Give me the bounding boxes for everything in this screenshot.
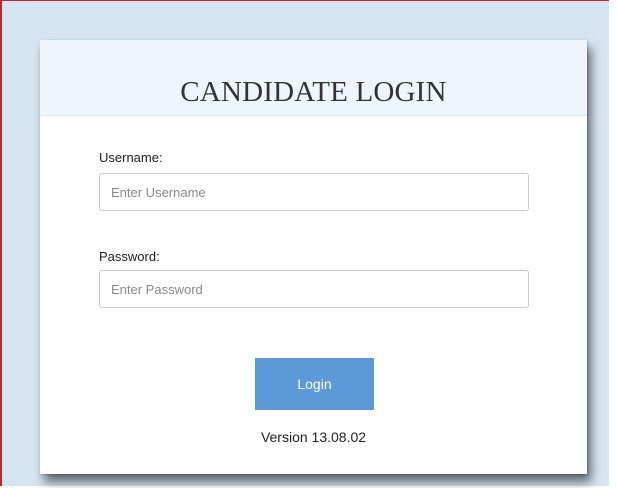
- username-input[interactable]: [99, 173, 529, 211]
- page-frame: CANDIDATE LOGIN Username: Password: Logi…: [0, 0, 609, 486]
- login-button[interactable]: Login: [255, 358, 374, 410]
- version-text: Version 13.08.02: [260, 429, 367, 445]
- login-card: CANDIDATE LOGIN Username: Password: Logi…: [40, 40, 587, 474]
- password-input[interactable]: [99, 270, 529, 308]
- password-label: Password:: [99, 249, 160, 264]
- login-card-header: CANDIDATE LOGIN: [40, 40, 587, 116]
- page-title: CANDIDATE LOGIN: [180, 76, 447, 108]
- username-label: Username:: [99, 150, 163, 165]
